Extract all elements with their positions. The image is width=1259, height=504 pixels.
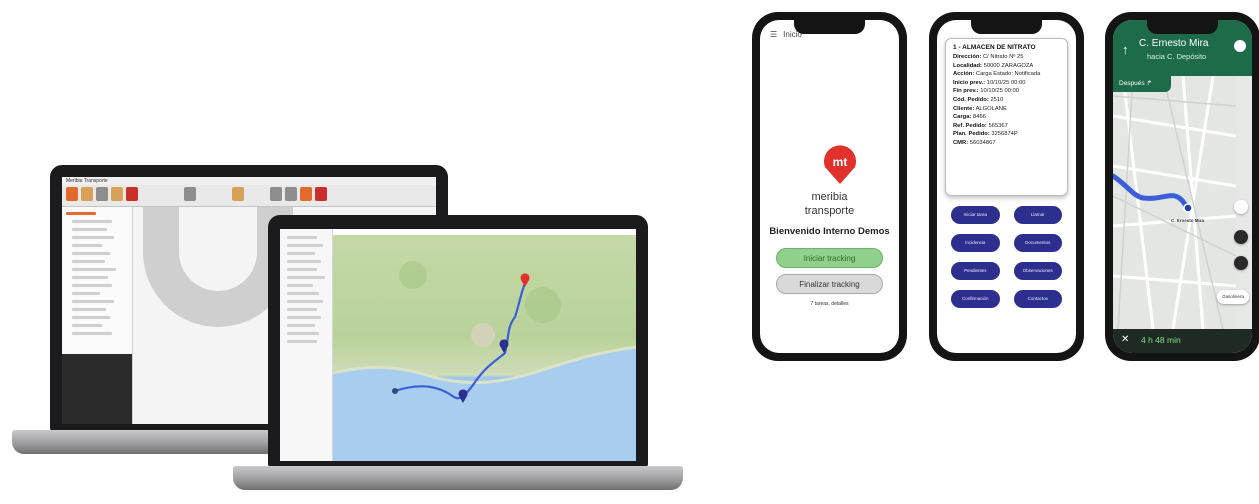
- mute-icon[interactable]: [1234, 256, 1248, 270]
- eta-bar: ✕ 4 h 48 min: [1113, 329, 1252, 353]
- toolbar-icon[interactable]: [300, 187, 312, 201]
- straight-arrow-icon: ↑: [1122, 42, 1129, 57]
- phone-screen: 1 - ALMACEN DE NITRATO Dirección: C/ Nit…: [937, 20, 1076, 353]
- phone-screen: ☰ Inicio mt meribia transporte Bienvenid…: [760, 20, 899, 353]
- toolbar-icon[interactable]: [232, 187, 244, 201]
- laptop-screen-map: [280, 229, 636, 461]
- origin-marker: [392, 388, 398, 394]
- toolbar-icon[interactable]: [184, 187, 196, 201]
- current-position-marker: [1183, 203, 1193, 213]
- meribia-logo: mt: [824, 145, 856, 184]
- action-button[interactable]: Confirmación: [951, 290, 1000, 308]
- search-icon[interactable]: [1234, 230, 1248, 244]
- phone-task-detail: 1 - ALMACEN DE NITRATO Dirección: C/ Nit…: [929, 12, 1084, 361]
- task-title: 1 - ALMACEN DE NITRATO: [953, 44, 1036, 51]
- toolbar-icon[interactable]: [66, 187, 78, 201]
- task-field: Inicio prev.: 10/10/25 00:00: [953, 79, 1026, 86]
- ribbon-toolbar: [62, 185, 436, 207]
- phone-navigation: ↑ C. Ernesto Mira hacia C. Depósito Desp…: [1105, 12, 1259, 361]
- task-field: Cliente: ALGOLANE: [953, 105, 1007, 112]
- action-button[interactable]: Observaciones: [1013, 262, 1062, 280]
- toolbar-icon[interactable]: [315, 187, 327, 201]
- action-button[interactable]: Llamar: [1013, 206, 1062, 224]
- compass-icon[interactable]: [1234, 200, 1248, 214]
- route-list-panel[interactable]: [280, 229, 333, 461]
- task-footer: 7 tareas, detalles: [810, 301, 849, 307]
- task-field: Dirección: C/ Nitrato Nº 25: [953, 54, 1024, 60]
- toolbar-icon[interactable]: [81, 187, 93, 201]
- waypoint-marker: [499, 339, 509, 353]
- phone-notch: [971, 19, 1042, 34]
- task-card: 1 - ALMACEN DE NITRATO Dirección: C/ Nit…: [945, 38, 1068, 196]
- toolbar-icon[interactable]: [270, 187, 282, 201]
- start-tracking-button[interactable]: Iniciar tracking: [776, 248, 883, 268]
- toolbar-icon[interactable]: [285, 187, 297, 201]
- phone-login-screen: ☰ Inicio mt meribia transporte Bienvenid…: [752, 12, 907, 361]
- stop-tracking-button[interactable]: Finalizar tracking: [776, 274, 883, 294]
- task-field: Acción: Carga Estado: Notificada: [953, 71, 1041, 78]
- destination-marker: [520, 273, 530, 287]
- phone-notch: [794, 19, 865, 34]
- logo-text: mt: [833, 155, 848, 169]
- action-button[interactable]: Incidencia: [951, 234, 1000, 252]
- phone-notch: [1147, 19, 1218, 34]
- action-button[interactable]: Documentos: [1013, 234, 1062, 252]
- task-field: Fin prev.: 10/10/25 00:00: [953, 88, 1019, 95]
- menu-icon[interactable]: ☰: [770, 30, 777, 39]
- action-button[interactable]: Iniciar tarea: [951, 206, 1000, 224]
- eta-time: 4 h 48 min: [1141, 335, 1181, 345]
- welcome-message: Bienvenido Interno Demos: [769, 226, 890, 237]
- street-name: C. Ernesto Mira: [1139, 38, 1209, 49]
- task-actions: Iniciar tarea Llamar Incidencia Document…: [951, 206, 1062, 308]
- navigation-map[interactable]: [1113, 76, 1236, 329]
- brand-name: meribia transporte: [804, 191, 855, 217]
- toward-street: hacia C. Depósito: [1147, 52, 1207, 61]
- action-button[interactable]: Contactos: [1013, 290, 1062, 308]
- turn-right-icon: ↱: [1146, 80, 1152, 87]
- window-title: Meribia Transporte: [62, 177, 436, 185]
- phone-screen: ↑ C. Ernesto Mira hacia C. Depósito Desp…: [1113, 20, 1252, 353]
- microphone-icon[interactable]: [1234, 40, 1246, 52]
- task-field: Ref. Pedido: 565367: [953, 122, 1008, 129]
- gas-station-chip[interactable]: Gasolinera: [1217, 290, 1249, 304]
- action-button[interactable]: Pendientes: [951, 262, 1000, 280]
- close-icon[interactable]: ✕: [1121, 334, 1129, 345]
- module-menu[interactable]: [62, 354, 132, 424]
- toolbar-icon[interactable]: [126, 187, 138, 201]
- task-field: Cód. Pedido: 2510: [953, 96, 1004, 103]
- task-field: CMR: 56034867: [953, 139, 996, 146]
- toolbar-icon[interactable]: [96, 187, 108, 201]
- toolbar-icon[interactable]: [111, 187, 123, 201]
- map-street-label: C. Ernesto Mira: [1171, 218, 1205, 223]
- task-field: Plan. Pedido: 3256874P: [953, 131, 1018, 138]
- task-field: Localidad: 50000 ZARAGOZA: [953, 62, 1034, 69]
- navigation-tree[interactable]: [62, 207, 133, 424]
- next-turn: Después ↱: [1113, 76, 1171, 92]
- route-map[interactable]: [333, 235, 636, 461]
- laptop-base: [233, 466, 683, 490]
- task-field: Carga: 8466: [953, 114, 986, 121]
